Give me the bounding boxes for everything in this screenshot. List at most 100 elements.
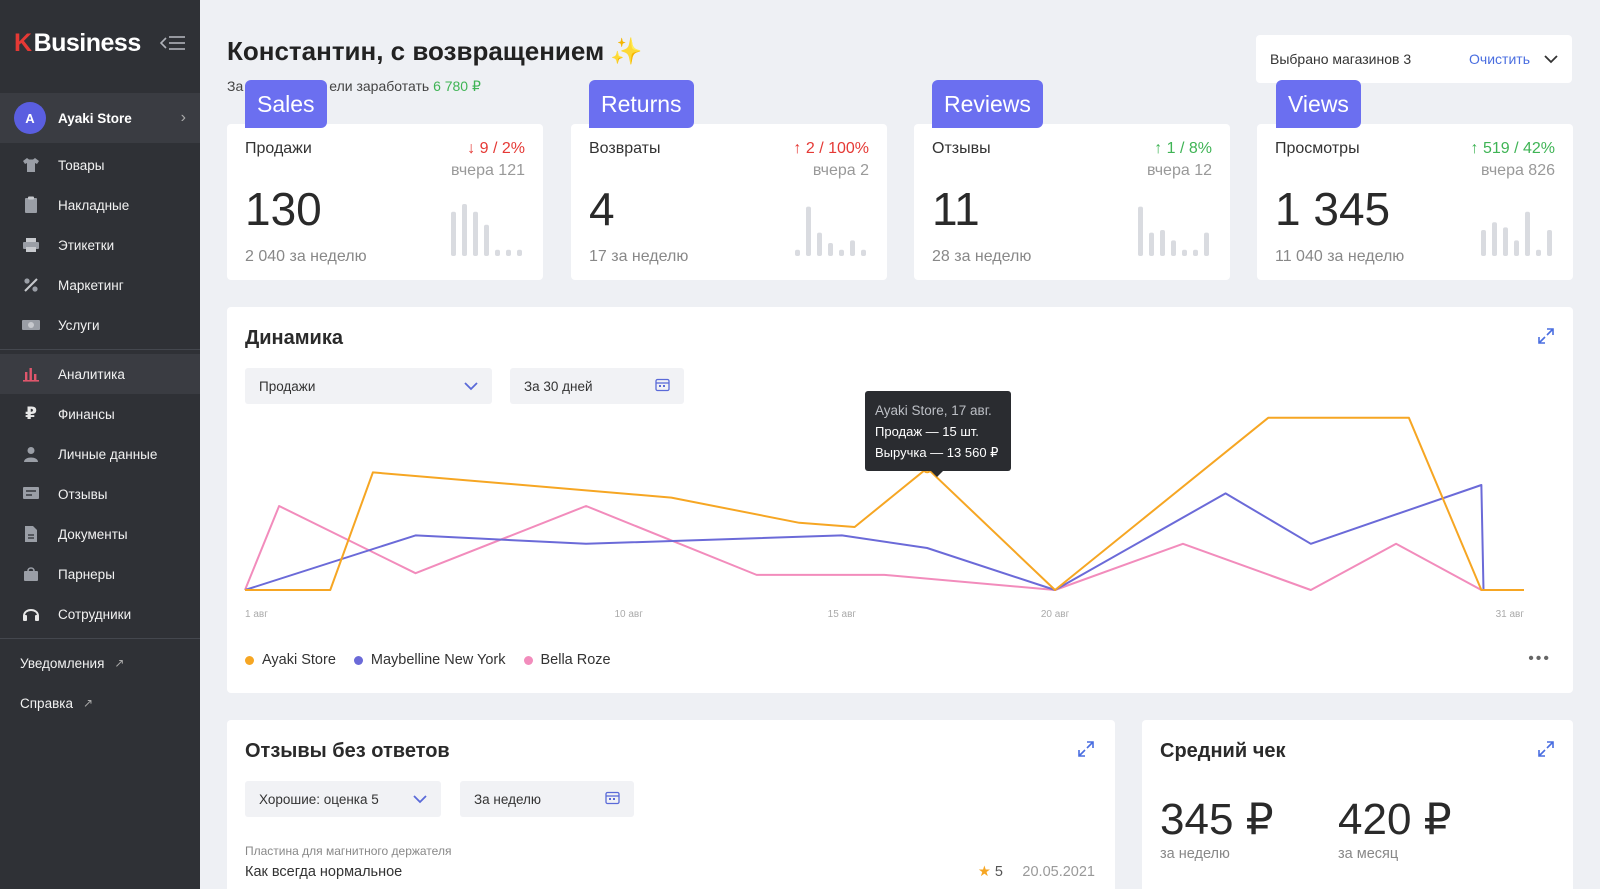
more-options-icon[interactable]: ••• (1528, 650, 1551, 668)
period-select-value: За 30 дней (524, 378, 593, 394)
legend-item-bella-roze[interactable]: Bella Roze (523, 652, 611, 668)
logo-mark: K (14, 28, 32, 57)
kpi-yesterday: вчера 826 (1481, 162, 1555, 179)
rating-filter-select[interactable]: Хорошие: оценка 5 (245, 781, 441, 817)
review-rating-value: 5 (994, 864, 1003, 880)
sidebar-item-services[interactable]: Услуги (0, 305, 200, 345)
sparkline-bar (861, 249, 866, 256)
badge-returns: Returns (589, 80, 694, 128)
sparkline (795, 206, 866, 256)
sparkline-bar (1160, 230, 1165, 256)
sidebar-item-marketing[interactable]: Маркетинг (0, 265, 200, 305)
metric-select[interactable]: Продажи (245, 368, 492, 404)
sidebar-item-label: Накладные (58, 197, 130, 213)
period-select[interactable]: За 30 дней (510, 368, 684, 404)
kpi-card-returns[interactable]: Возвраты ↑ 2 / 100% вчера 2 4 17 за неде… (571, 124, 887, 280)
sparkline-bar (1492, 222, 1497, 256)
kpi-card-sales[interactable]: Продажи ↓ 9 / 2% вчера 121 130 2 040 за … (227, 124, 543, 280)
sparkline-bar (462, 204, 467, 256)
sparkline-bar (828, 243, 833, 256)
calendar-icon (655, 377, 670, 395)
clipboard-icon (20, 195, 42, 215)
document-icon (20, 524, 42, 544)
sidebar-item-label: Товары (58, 157, 105, 173)
clear-button[interactable]: Очистить (1469, 51, 1530, 67)
kpi-card-views[interactable]: Просмотры ↑ 519 / 42% вчера 826 1 345 11… (1257, 124, 1573, 280)
x-tick-label: 31 авг (1496, 609, 1525, 620)
sidebar-item-invoices[interactable]: Накладные (0, 185, 200, 225)
legend-item-maybelline[interactable]: Maybelline New York (353, 652, 506, 668)
expand-icon[interactable] (1537, 327, 1555, 345)
user-icon (20, 444, 42, 464)
sparkline-bar (795, 249, 800, 256)
kpi-yesterday: вчера 121 (451, 162, 525, 179)
sidebar-nav: Товары Накладные Этикетки Маркетинг Услу… (0, 145, 200, 723)
link-label: Справка (20, 695, 73, 711)
review-text[interactable]: Как всегда нормальное (245, 864, 402, 880)
legend-label: Bella Roze (540, 652, 611, 668)
sidebar: K Business A Ayaki Store › Товары Наклад… (0, 0, 200, 889)
sidebar-item-reviews[interactable]: Отзывы (0, 474, 200, 514)
earnings-amount: 6 780 ₽ (433, 78, 481, 94)
sidebar-item-personal-data[interactable]: Личные данные (0, 434, 200, 474)
sidebar-item-products[interactable]: Товары (0, 145, 200, 185)
store-name: Ayaki Store (58, 110, 132, 126)
sidebar-item-label: Этикетки (58, 237, 115, 253)
divider (0, 349, 200, 350)
external-arrow-icon: ↗ (114, 656, 125, 670)
kpi-week: 11 040 за неделю (1275, 248, 1405, 265)
badge-sales: Sales (245, 80, 327, 128)
kpi-week: 28 за неделю (932, 248, 1032, 265)
sparkline-bar (1525, 211, 1530, 256)
review-period-value: За неделю (474, 791, 542, 807)
section-title: Средний чек (1160, 740, 1286, 762)
series-line-bella-roze[interactable] (244, 505, 1524, 591)
kpi-title: Отзывы (932, 140, 991, 157)
sparkline-bar (806, 206, 811, 256)
metric-select-value: Продажи (259, 378, 316, 394)
greeting-text: Константин, с возвращением (227, 36, 605, 66)
store-switcher[interactable]: A Ayaki Store › (0, 93, 200, 143)
legend-dot (523, 655, 533, 665)
avg-check-month-value: 420 ₽ (1338, 795, 1452, 844)
sidebar-item-partners[interactable]: Парнеры (0, 554, 200, 594)
avatar: A (14, 102, 46, 134)
chevron-down-icon (413, 792, 427, 807)
sidebar-item-label: Услуги (58, 317, 100, 333)
legend-item-ayaki[interactable]: Ayaki Store (245, 652, 336, 668)
money-icon (20, 315, 42, 335)
chevron-down-icon[interactable] (1544, 51, 1558, 67)
x-tick-label: 10 авг (614, 609, 643, 620)
sidebar-item-analytics[interactable]: Аналитика (0, 354, 200, 394)
sidebar-item-documents[interactable]: Документы (0, 514, 200, 554)
sidebar-item-finance[interactable]: ₽ Финансы (0, 394, 200, 434)
dynamics-card: Динамика Продажи За 30 дней 1 авг 10 авг 1… (227, 307, 1573, 693)
store-selector-label: Выбрано магазинов 3 (1270, 51, 1412, 67)
store-selector[interactable]: Выбрано магазинов 3 Очистить (1256, 35, 1572, 83)
sidebar-item-employees[interactable]: Сотрудники (0, 594, 200, 634)
sparkline (1138, 206, 1209, 256)
review-period-select[interactable]: За неделю (460, 781, 634, 817)
sparkline-bar (1514, 240, 1519, 256)
tooltip-title: Ayaki Store, 17 авг. (875, 403, 992, 418)
notifications-link[interactable]: Уведомления ↗ (0, 643, 200, 683)
kpi-delta: ↑ 519 / 42% (1470, 140, 1555, 158)
kpi-title: Возвраты (589, 140, 661, 157)
legend-dot (245, 655, 254, 665)
collapse-menu-icon[interactable] (159, 34, 186, 52)
unanswered-reviews-card: Отзывы без ответов Хорошие: оценка 5 За … (227, 720, 1115, 889)
sidebar-item-labels[interactable]: Этикетки (0, 225, 200, 265)
expand-icon[interactable] (1537, 740, 1555, 758)
kpi-value: 130 (245, 183, 322, 235)
sparkline-bar (1503, 227, 1508, 256)
kpi-card-reviews[interactable]: Отзывы ↑ 1 / 8% вчера 12 11 28 за неделю (914, 124, 1230, 280)
logo[interactable]: K Business (14, 28, 141, 58)
kpi-delta-value: 1 / 8% (1166, 140, 1212, 157)
page-title: Константин, с возвращением ✨ (227, 36, 643, 67)
help-link[interactable]: Справка ↗ (0, 683, 200, 723)
expand-icon[interactable] (1077, 740, 1095, 758)
sparkline-bar (1149, 232, 1154, 256)
sparkline-bar (839, 249, 844, 256)
sparkline-bar (817, 232, 822, 256)
avg-check-month-label: за месяц (1338, 846, 1399, 862)
